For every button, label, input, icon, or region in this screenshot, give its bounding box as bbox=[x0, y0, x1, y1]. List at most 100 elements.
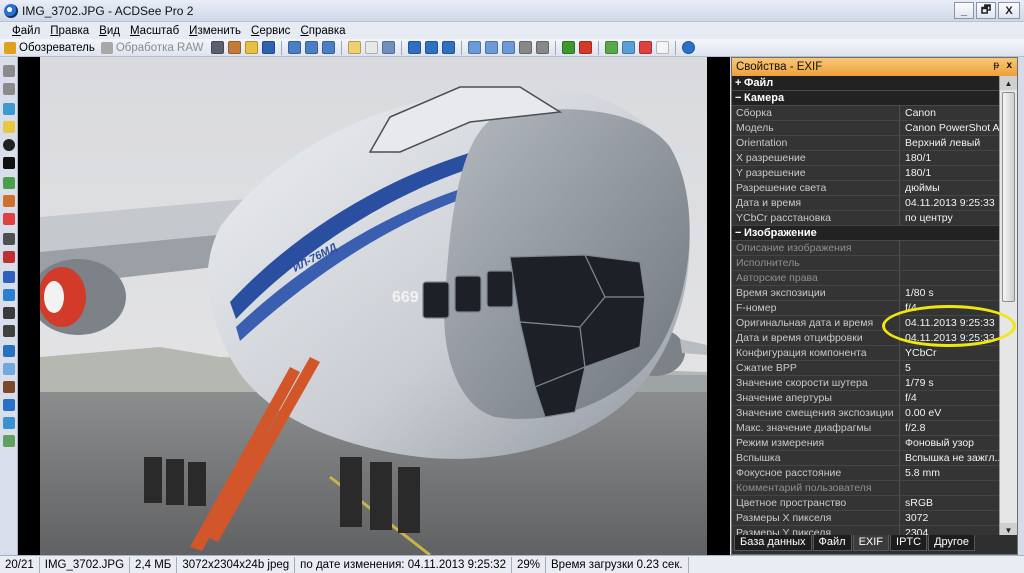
property-row[interactable]: Orientation Верхний левый bbox=[732, 136, 999, 151]
tool-icon[interactable] bbox=[3, 325, 15, 337]
tool-icon[interactable] bbox=[3, 157, 15, 169]
tool-icon[interactable] bbox=[3, 345, 15, 357]
tool-icon[interactable] bbox=[3, 139, 15, 151]
property-row[interactable]: Макс. значение диафрагмы f/2.8 bbox=[732, 421, 999, 436]
tool-icon[interactable] bbox=[3, 195, 15, 207]
property-row[interactable]: Оригинальная дата и время 04.11.2013 9:25… bbox=[732, 316, 999, 331]
menu-tools[interactable]: Сервис bbox=[251, 25, 290, 37]
maximize-button[interactable]: 🗗 bbox=[976, 2, 996, 19]
menu-help[interactable]: Справка bbox=[300, 25, 345, 37]
property-row[interactable]: Цветное пространство sRGB bbox=[732, 496, 999, 511]
tool-icon[interactable] bbox=[3, 417, 15, 429]
property-row[interactable]: Фокусное расстояние 5.8 mm bbox=[732, 466, 999, 481]
image-viewer[interactable]: 669 ИЛ-76МД bbox=[18, 57, 730, 555]
property-row[interactable]: Конфигурация компонента YCbCr bbox=[732, 346, 999, 361]
tool-icon[interactable] bbox=[3, 103, 15, 115]
slideshow-icon[interactable] bbox=[322, 41, 336, 54]
property-row[interactable]: F-номер f/4 bbox=[732, 301, 999, 316]
image-menu-icon[interactable] bbox=[228, 41, 242, 54]
tool-icon[interactable] bbox=[3, 121, 15, 133]
acdsee-app-icon[interactable] bbox=[4, 3, 18, 18]
actual-size-icon[interactable] bbox=[425, 41, 439, 54]
tool-icon[interactable] bbox=[3, 251, 15, 263]
section-file[interactable]: + Файл bbox=[732, 76, 999, 91]
tool-icon[interactable] bbox=[3, 435, 15, 447]
property-row[interactable]: Описание изображения bbox=[732, 241, 999, 256]
property-row[interactable]: Размеры X пикселя 3072 bbox=[732, 511, 999, 526]
tool-icon[interactable] bbox=[3, 213, 15, 225]
panel-scrollbar[interactable]: ▲ ▼ bbox=[999, 76, 1017, 537]
green-label-icon[interactable] bbox=[562, 41, 576, 54]
previous-image-icon[interactable] bbox=[288, 41, 302, 54]
menu-view[interactable]: Вид bbox=[99, 25, 120, 37]
rotate-icon[interactable] bbox=[519, 41, 533, 54]
property-row[interactable]: Модель Canon PowerShot A... bbox=[732, 121, 999, 136]
tool-icon[interactable] bbox=[3, 271, 15, 283]
property-row[interactable]: Значение апертуры f/4 bbox=[732, 391, 999, 406]
tool-icon[interactable] bbox=[3, 289, 15, 301]
tab-file[interactable]: Файл bbox=[812, 535, 852, 551]
property-row[interactable]: Вспышка Вспышка не зажгл... bbox=[732, 451, 999, 466]
full-screen-icon[interactable] bbox=[442, 41, 456, 54]
minimize-button[interactable]: _ bbox=[954, 2, 974, 19]
edit-icon[interactable] bbox=[605, 41, 619, 54]
flip-icon[interactable] bbox=[536, 41, 550, 54]
tool-icon[interactable] bbox=[3, 233, 15, 245]
tool-icon[interactable] bbox=[3, 307, 15, 319]
section-camera[interactable]: − Камера bbox=[732, 91, 999, 106]
tool-icon[interactable] bbox=[3, 177, 15, 189]
property-row[interactable]: Дата и время 04.11.2013 9:25:33 bbox=[732, 196, 999, 211]
property-row[interactable]: Y разрешение 180/1 bbox=[732, 166, 999, 181]
tool-icon[interactable] bbox=[3, 83, 15, 95]
property-row[interactable]: YCbCr расстановка по центру bbox=[732, 211, 999, 226]
section-image[interactable]: − Изображение bbox=[732, 226, 999, 241]
pan-tool-icon[interactable] bbox=[348, 41, 362, 54]
zoom-in-icon[interactable] bbox=[468, 41, 482, 54]
tab-other[interactable]: Другое bbox=[928, 535, 976, 551]
menu-modify[interactable]: Изменить bbox=[189, 25, 241, 37]
tag-icon[interactable] bbox=[622, 41, 636, 54]
property-row[interactable]: Сборка Canon bbox=[732, 106, 999, 121]
property-row[interactable]: Дата и время отцифровки 04.11.2013 9:25:3… bbox=[732, 331, 999, 346]
zoom-menu-icon[interactable] bbox=[502, 41, 516, 54]
property-row[interactable]: Сжатие BPP 5 bbox=[732, 361, 999, 376]
red-label-icon[interactable] bbox=[579, 41, 593, 54]
property-row[interactable]: Время экспозиции 1/80 s bbox=[732, 286, 999, 301]
tab-exif[interactable]: EXIF bbox=[852, 535, 890, 551]
scroll-up-button[interactable]: ▲ bbox=[1000, 76, 1017, 90]
help-icon[interactable] bbox=[682, 41, 696, 54]
properties-icon[interactable] bbox=[656, 41, 670, 54]
property-row[interactable]: Исполнитель bbox=[732, 256, 999, 271]
tool-icon[interactable] bbox=[3, 399, 15, 411]
property-row[interactable]: X разрешение 180/1 bbox=[732, 151, 999, 166]
tool-icon[interactable] bbox=[3, 381, 15, 393]
browser-button[interactable]: Обозреватель bbox=[4, 40, 95, 56]
close-button[interactable]: X bbox=[998, 2, 1020, 19]
fit-window-icon[interactable] bbox=[408, 41, 422, 54]
next-image-icon[interactable] bbox=[305, 41, 319, 54]
tab-iptc[interactable]: IPTC bbox=[890, 535, 928, 551]
select-tool-icon[interactable] bbox=[365, 41, 379, 54]
property-row[interactable]: Комментарий пользователя bbox=[732, 481, 999, 496]
tab-database[interactable]: База данных bbox=[734, 535, 812, 551]
delete-icon[interactable] bbox=[639, 41, 653, 54]
property-row[interactable]: Значение смещения экспозиции 0.00 eV bbox=[732, 406, 999, 421]
exif-property-list[interactable]: + Файл − Камера Сборка Canon Модель Canon Pow… bbox=[732, 76, 999, 537]
menu-edit[interactable]: Правка bbox=[50, 25, 89, 37]
property-row[interactable]: Авторские права bbox=[732, 271, 999, 286]
property-row[interactable]: Разрешение света дюймы bbox=[732, 181, 999, 196]
tool-icon[interactable] bbox=[3, 65, 15, 77]
menu-zoom[interactable]: Масштаб bbox=[130, 25, 179, 37]
panel-close-icon[interactable]: x bbox=[1006, 60, 1012, 71]
tool-icon[interactable] bbox=[3, 363, 15, 375]
zoom-out-icon[interactable] bbox=[485, 41, 499, 54]
pin-icon[interactable]: ᵽ bbox=[993, 60, 999, 71]
property-row[interactable]: Значение скорости шутера 1/79 s bbox=[732, 376, 999, 391]
raw-processing-button[interactable]: Обработка RAW bbox=[100, 40, 203, 56]
scroll-thumb[interactable] bbox=[1002, 92, 1015, 302]
filmstrip-icon[interactable] bbox=[211, 41, 225, 54]
save-icon[interactable] bbox=[262, 41, 276, 54]
menu-file[interactable]: Файл bbox=[12, 25, 40, 37]
property-row[interactable]: Режим измерения Фоновый узор bbox=[732, 436, 999, 451]
crop-icon[interactable] bbox=[382, 41, 396, 54]
